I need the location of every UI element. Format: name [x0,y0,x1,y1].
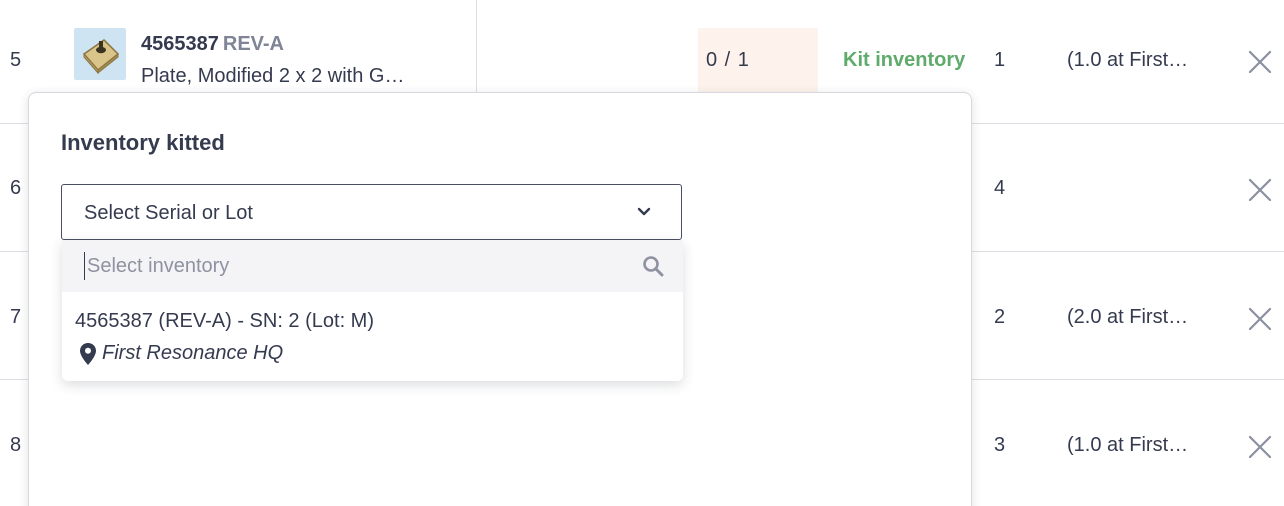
inventory-kitted-popover: Inventory kitted Select Serial or Lot 45… [28,92,972,506]
quantity: 1 [994,49,1006,71]
close-icon [1248,435,1272,459]
close-icon [1248,50,1272,74]
row-number: 7 [10,306,22,328]
part-number[interactable]: 4565387 REV-A [141,33,284,56]
chevron-down-icon [636,204,652,220]
row-number: 6 [10,177,22,199]
popover-title: Inventory kitted [61,130,225,155]
remove-row-button[interactable] [1247,49,1273,75]
inventory-option[interactable]: 4565387 (REV-A) - SN: 2 (Lot: M) First R… [62,292,683,381]
location-summary: (2.0 at First… [1067,306,1189,328]
quantity: 3 [994,434,1006,456]
search-icon [642,255,664,277]
quantity: 2 [994,306,1006,328]
part-thumbnail [74,28,126,80]
inventory-dropdown: 4565387 (REV-A) - SN: 2 (Lot: M) First R… [62,240,683,381]
kitted-count: 0 / 1 [706,49,750,71]
row-number: 8 [10,434,22,456]
remove-row-button[interactable] [1247,177,1273,203]
part-revision: REV-A [222,33,284,55]
part-number-text: 4565387 [141,33,219,55]
option-label: 4565387 (REV-A) - SN: 2 (Lot: M) [75,310,375,332]
select-value: Select Serial or Lot [84,202,253,224]
map-pin-icon [80,343,96,365]
serial-lot-select[interactable]: Select Serial or Lot [61,184,682,240]
quantity: 4 [994,177,1006,199]
column-divider [476,0,477,92]
row-number: 5 [10,49,22,71]
kitted-count-cell: 0 / 1 [698,28,818,92]
location-summary: (1.0 at First… [1067,434,1189,456]
remove-row-button[interactable] [1247,434,1273,460]
part-description: Plate, Modified 2 x 2 with G… [141,65,405,87]
option-location-text: First Resonance HQ [102,342,284,364]
close-icon [1248,307,1272,331]
remove-row-button[interactable] [1247,306,1273,332]
search-bar [62,240,683,292]
search-input[interactable] [84,252,624,280]
kit-inventory-link[interactable]: Kit inventory [843,49,965,72]
close-icon [1248,178,1272,202]
location-summary: (1.0 at First… [1067,49,1189,71]
